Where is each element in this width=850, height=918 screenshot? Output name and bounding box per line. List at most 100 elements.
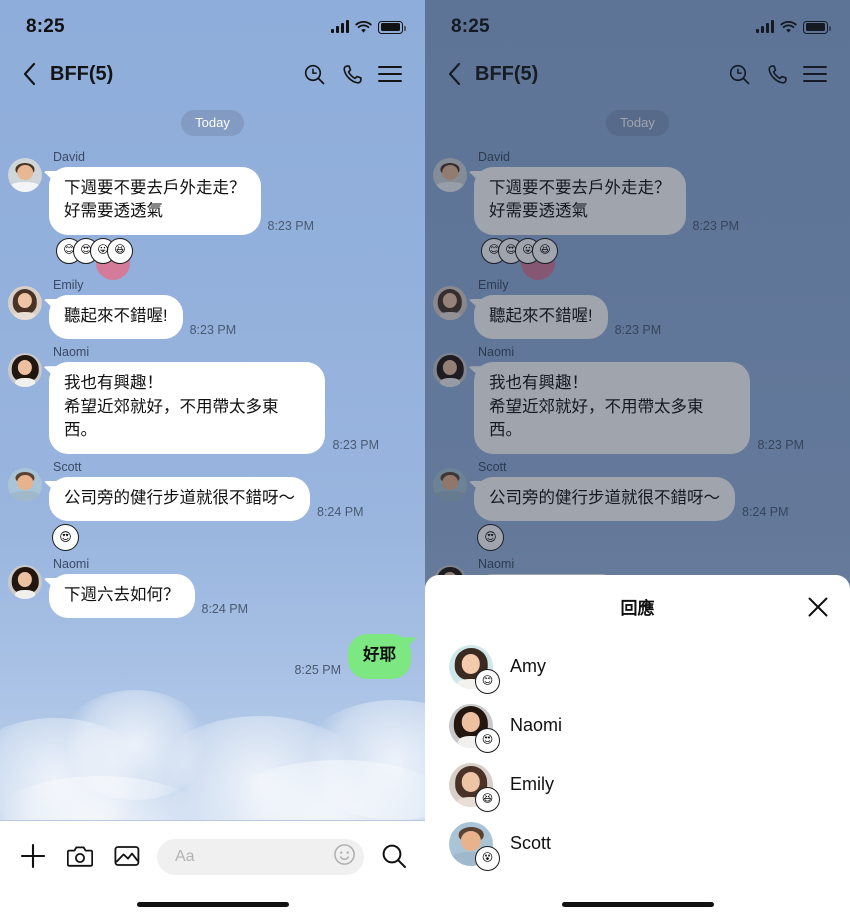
day-separator: Today	[0, 110, 425, 136]
reaction-sheet-header: 回應	[425, 575, 850, 637]
camera-icon[interactable]	[63, 839, 97, 873]
sender-name: Emily	[478, 277, 509, 292]
reaction-sticker[interactable]: 😍	[477, 523, 504, 551]
sender-name: Scott	[53, 459, 82, 474]
search-clock-icon[interactable]	[722, 57, 756, 91]
close-x-icon[interactable]	[804, 593, 832, 621]
avatar: 😵	[449, 821, 500, 871]
message-bubble[interactable]: 聽起來不錯喔!	[474, 294, 608, 340]
bubble-line: 公司旁的健行步道就很不錯呀～ 8:24 PM	[49, 476, 364, 521]
bubble-line: 我也有興趣！ 希望近郊就好，不用帶太多東西。 8:23 PM	[49, 362, 379, 454]
hamburger-menu-icon[interactable]	[798, 57, 832, 91]
avatar: 😆	[449, 762, 500, 812]
avatar[interactable]	[8, 467, 42, 502]
list-item[interactable]: 😆 Emily	[425, 755, 850, 814]
avatar[interactable]	[433, 467, 467, 502]
message-row: Scott 公司旁的健行步道就很不錯呀～ 8:24 PM	[425, 460, 850, 521]
message-bubble[interactable]: 下週要不要去戶外走走？ 好需要透透氣	[49, 167, 261, 235]
status-bar-clock: 8:25	[451, 16, 490, 37]
bubble-line: 下週要不要去戶外走走？ 好需要透透氣 8:23 PM	[49, 167, 314, 235]
message-timestamp: 8:23 PM	[757, 437, 804, 452]
message-timestamp: 8:25 PM	[294, 662, 341, 677]
message-row-outgoing: 8:25 PM 好耶	[0, 634, 425, 679]
avatar[interactable]	[8, 285, 42, 320]
page-title: BFF(5)	[50, 62, 114, 85]
chevron-left-icon[interactable]	[439, 58, 469, 90]
message-list: Today David 下週要不要去戶外走走？ 好需要透透氣 8:23 PM 😊	[0, 100, 425, 679]
reaction-cluster-row[interactable]: 😊 😍 😛 😆	[425, 237, 850, 280]
message-list: Today David 下週要不要去戶外走走？ 好需要透透氣 8:23 PM 😊…	[425, 100, 850, 619]
bubble-line: 聽起來不錯喔! 8:23 PM	[474, 294, 662, 340]
chat-nav-bar: BFF(5)	[425, 48, 850, 100]
phone-icon[interactable]	[335, 57, 369, 91]
message-timestamp: 8:23 PM	[692, 218, 740, 233]
list-item-label: Emily	[510, 774, 554, 794]
status-bar-clock: 8:25	[26, 16, 65, 37]
list-item-label: Scott	[510, 833, 552, 853]
sender-name: Naomi	[53, 345, 90, 360]
status-bar: 8:25	[425, 0, 850, 48]
home-indicator	[136, 902, 289, 907]
avatar[interactable]	[8, 353, 42, 388]
reaction-row[interactable]: 😍	[425, 523, 850, 551]
message-bubble[interactable]: 我也有興趣！ 希望近郊就好，不用帶太多東西。	[49, 362, 326, 454]
chat-nav-bar: BFF(5)	[0, 48, 425, 100]
reaction-cluster-row[interactable]: 😊 😍 😛 😆	[0, 237, 425, 280]
bubble-line: 8:25 PM 好耶	[294, 634, 411, 679]
bubble-column: Naomi 我也有興趣！ 希望近郊就好，不用帶太多東西。 8:23 PM	[474, 345, 804, 454]
chevron-left-icon[interactable]	[14, 58, 44, 90]
reaction-sticker[interactable]: 😍	[52, 523, 79, 551]
message-row: Naomi 我也有興趣！ 希望近郊就好，不用帶太多東西。 8:23 PM	[0, 345, 425, 454]
image-icon[interactable]	[110, 839, 144, 873]
reaction-badge: 😍	[475, 727, 500, 753]
hamburger-menu-icon[interactable]	[373, 57, 407, 91]
message-bubble-outgoing[interactable]: 好耶	[348, 634, 411, 679]
bubble-line: 我也有興趣！ 希望近郊就好，不用帶太多東西。 8:23 PM	[474, 362, 804, 454]
phone-screen-chat: 8:25 BFF(5) Today David 下週要不要去戶外走走？ 好需要透…	[0, 0, 425, 918]
message-bubble[interactable]: 聽起來不錯喔!	[49, 294, 183, 340]
bubble-line: 下週六去如何？ 8:24 PM	[49, 573, 248, 619]
sender-name: Naomi	[53, 556, 90, 571]
reaction-badge: 😊	[475, 668, 500, 694]
bubble-column: Naomi 下週六去如何？ 8:24 PM	[49, 556, 248, 619]
bubble-column: David 下週要不要去戶外走走？ 好需要透透氣 8:23 PM	[49, 150, 314, 235]
wifi-icon	[355, 20, 372, 33]
avatar: 😍	[449, 703, 500, 753]
message-bubble[interactable]: 下週六去如何？	[49, 573, 195, 619]
message-bubble[interactable]: 公司旁的健行步道就很不錯呀～	[49, 476, 310, 521]
list-item[interactable]: 😍 Naomi	[425, 696, 850, 755]
phone-icon[interactable]	[760, 57, 794, 91]
search-input[interactable]: Aa	[157, 839, 364, 875]
bubble-line: 公司旁的健行步道就很不錯呀～ 8:24 PM	[474, 476, 789, 521]
reaction-row[interactable]: 😍	[0, 523, 425, 551]
sender-name: Naomi	[478, 345, 515, 360]
message-bubble[interactable]: 我也有興趣！ 希望近郊就好，不用帶太多東西。	[474, 362, 751, 454]
reaction-sticker-cluster[interactable]: 😊 😍 😛 😆	[481, 237, 567, 280]
smiley-face-icon[interactable]	[333, 843, 356, 871]
list-item[interactable]: 😵 Scott	[425, 814, 850, 873]
bubble-line: 下週要不要去戶外走走？ 好需要透透氣 8:23 PM	[474, 167, 739, 235]
avatar[interactable]	[8, 158, 42, 192]
message-row: David 下週要不要去戶外走走？ 好需要透透氣 8:23 PM	[0, 150, 425, 235]
avatar[interactable]	[433, 158, 467, 192]
phone-screen-reaction-sheet: 8:25 BFF(5) Today David 下週要不要去戶外走走？ 好需要透…	[425, 0, 850, 918]
battery-full-icon	[803, 20, 831, 34]
message-timestamp: 8:23 PM	[614, 323, 662, 338]
status-bar: 8:25	[0, 0, 425, 48]
message-bubble[interactable]: 公司旁的健行步道就很不錯呀～	[474, 476, 735, 521]
status-bar-indicators	[331, 20, 406, 34]
avatar[interactable]	[433, 353, 467, 388]
plus-icon[interactable]	[16, 839, 50, 873]
battery-full-icon	[378, 20, 406, 34]
reaction-sticker-cluster[interactable]: 😊 😍 😛 😆	[56, 237, 142, 280]
list-item[interactable]: 😊 Amy	[425, 637, 850, 696]
reaction-bottom-sheet: 回應 😊 Amy 😍 Naomi 😆 Emily 😵 Scott	[425, 575, 850, 918]
avatar[interactable]	[433, 285, 467, 320]
page-title: BFF(5)	[475, 62, 539, 85]
reaction-badge: 😵	[475, 845, 500, 871]
search-clock-icon[interactable]	[297, 57, 331, 91]
message-bubble[interactable]: 下週要不要去戶外走走？ 好需要透透氣	[474, 167, 686, 235]
search-icon[interactable]	[377, 839, 411, 873]
avatar[interactable]	[8, 564, 42, 599]
cloud-decoration	[60, 690, 210, 800]
